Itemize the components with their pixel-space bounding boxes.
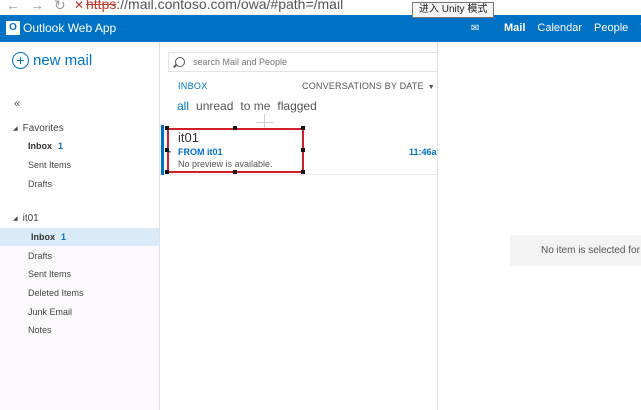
folder-label: Inbox <box>31 232 55 242</box>
back-arrow-icon[interactable]: ← <box>6 0 20 13</box>
unity-mode-tooltip: 进入 Unity 模式 <box>412 2 495 18</box>
message-list-pane: INBOX CONVERSATIONS BY DATE▼ all unread … <box>159 42 438 410</box>
caret-down-icon: ▼ <box>427 84 435 91</box>
folder-label: Junk Email <box>28 307 73 317</box>
resize-handle <box>301 148 305 152</box>
favorites-item-drafts[interactable]: Drafts <box>0 175 159 193</box>
folder-label: Drafts <box>28 251 53 261</box>
folder-label: Drafts <box>28 179 53 189</box>
collapse-pane-icon[interactable]: « <box>14 98 20 110</box>
resize-handle <box>165 126 169 130</box>
folder-label: Notes <box>28 325 52 335</box>
resize-handle <box>233 170 237 174</box>
selection-bar <box>161 125 164 175</box>
suite-nav: Mail Calendar People Ta <box>504 21 641 36</box>
reading-pane: No item is selected for <box>439 42 641 410</box>
no-item-selected-message: No item is selected for <box>510 235 641 266</box>
suite-bar: O Outlook Web App ✉ Mail Calendar People… <box>0 15 641 42</box>
unread-count: 1 <box>61 232 67 242</box>
folder-pane: + new mail « ◢ Favorites Inbox 1 Sent Item… <box>0 42 159 410</box>
outlook-logo-icon: O <box>6 21 20 35</box>
favorites-item-sent-items[interactable]: Sent Items <box>0 156 159 174</box>
resize-handle <box>233 126 237 130</box>
refresh-icon[interactable]: ↻ <box>54 0 66 13</box>
sort-label: CONVERSATIONS BY DATE <box>302 81 424 91</box>
suite-nav-people[interactable]: People <box>594 21 628 36</box>
account-item-sent-items[interactable]: Sent Items <box>0 265 159 283</box>
filter-all[interactable]: all <box>177 99 189 113</box>
message-item[interactable]: ➤ it01 FROM it01 No preview is available… <box>160 125 438 175</box>
envelope-icon[interactable]: ✉ <box>471 23 479 35</box>
filter-flagged[interactable]: flagged <box>277 99 316 113</box>
folder-label: Sent Items <box>28 269 72 279</box>
suite-nav-calendar[interactable]: Calendar <box>537 21 582 36</box>
account-item-inbox[interactable]: Inbox 1 <box>0 228 159 246</box>
favorites-header[interactable]: ◢ Favorites <box>13 123 64 134</box>
filter-bar: all unread to me flagged <box>177 99 317 113</box>
account-header-label: it01 <box>22 213 39 224</box>
forward-arrow-icon[interactable]: → <box>30 0 44 13</box>
search-icon <box>175 57 185 67</box>
folder-label: Inbox <box>28 141 52 151</box>
plus-circle-icon: + <box>12 52 29 69</box>
filter-unread[interactable]: unread <box>196 99 233 113</box>
new-mail-button[interactable]: + new mail <box>12 52 92 69</box>
triangle-down-icon: ◢ <box>13 126 18 132</box>
triangle-down-icon: ◢ <box>13 216 18 222</box>
resize-handle <box>301 170 305 174</box>
current-folder-label: INBOX <box>178 81 208 91</box>
unread-count: 1 <box>58 141 64 151</box>
url-field[interactable]: https://mail.contoso.com/owa/#path=/mail <box>86 0 343 12</box>
folder-label: Sent Items <box>28 160 72 170</box>
favorites-item-inbox[interactable]: Inbox 1 <box>0 137 159 155</box>
filter-to-me[interactable]: to me <box>240 99 270 113</box>
account-item-notes[interactable]: Notes <box>0 321 159 339</box>
cursor-crosshair <box>256 122 274 123</box>
search-box[interactable] <box>168 52 438 72</box>
account-item-drafts[interactable]: Drafts <box>0 247 159 265</box>
resize-handle <box>165 148 169 152</box>
certificate-error-icon[interactable]: ✕ <box>74 0 84 12</box>
resize-handle <box>301 126 305 130</box>
message-time: 11:46a <box>409 147 437 157</box>
favorites-header-label: Favorites <box>22 123 64 134</box>
folder-label: Deleted Items <box>28 288 84 298</box>
account-item-junk-email[interactable]: Junk Email <box>0 303 159 321</box>
search-input[interactable] <box>193 57 423 67</box>
account-item-deleted-items[interactable]: Deleted Items <box>0 284 159 302</box>
account-header[interactable]: ◢ it01 <box>13 213 39 224</box>
highlight-rectangle <box>167 128 304 173</box>
sort-dropdown[interactable]: CONVERSATIONS BY DATE ▼ <box>302 81 435 91</box>
url-rest: ://mail.contoso.com/owa/#path=/mail <box>116 0 344 12</box>
app-title[interactable]: Outlook Web App <box>23 21 116 36</box>
resize-handle <box>165 170 169 174</box>
browser-address-bar: ← → ↻ ✕ https://mail.contoso.com/owa/#pa… <box>0 0 641 15</box>
new-mail-label: new mail <box>33 52 93 69</box>
suite-nav-mail[interactable]: Mail <box>504 21 525 36</box>
url-scheme: https <box>86 0 117 12</box>
